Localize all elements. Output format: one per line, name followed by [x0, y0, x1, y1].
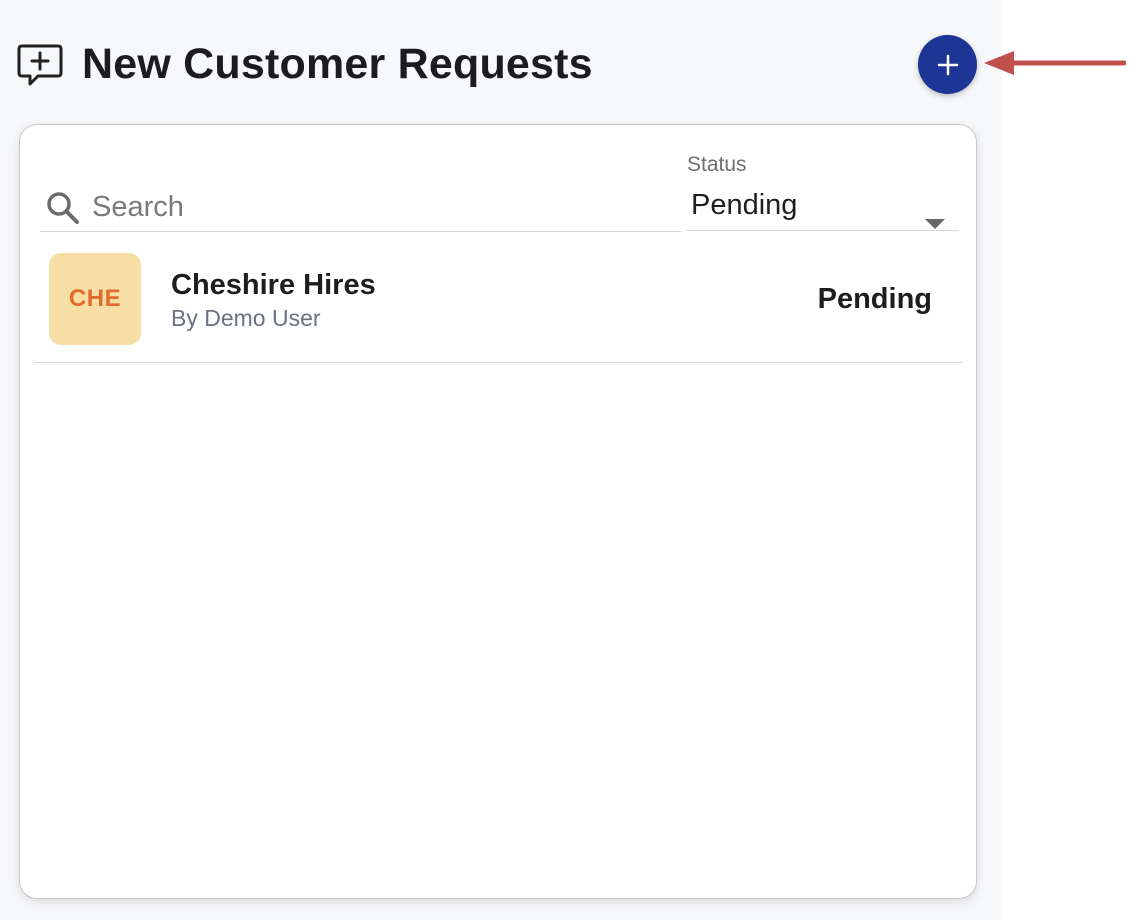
search-icon	[47, 192, 79, 224]
search-input[interactable]	[92, 187, 672, 227]
page-header: New Customer Requests	[0, 0, 1002, 124]
search-field[interactable]	[40, 177, 681, 232]
page-title: New Customer Requests	[82, 40, 593, 88]
message-plus-icon	[17, 44, 63, 86]
request-status: Pending	[817, 283, 932, 315]
requests-panel: New Customer Requests Status Pending CHE	[0, 0, 1002, 920]
request-name: Cheshire Hires	[171, 269, 376, 301]
avatar: CHE	[49, 253, 141, 345]
requests-card: Status Pending CHE Cheshire Hires By Dem…	[19, 124, 977, 899]
avatar-initials: CHE	[68, 285, 122, 312]
request-author: By Demo User	[171, 305, 321, 331]
plus-icon	[937, 54, 958, 75]
caret-down-icon	[925, 219, 945, 229]
status-label: Status	[687, 153, 747, 176]
add-request-button[interactable]	[918, 35, 977, 94]
callout-arrow-icon	[984, 51, 1126, 75]
status-select[interactable]: Status Pending	[687, 145, 959, 231]
request-row[interactable]: CHE Cheshire Hires By Demo User Pending	[34, 233, 962, 363]
status-selected-value: Pending	[691, 189, 798, 221]
